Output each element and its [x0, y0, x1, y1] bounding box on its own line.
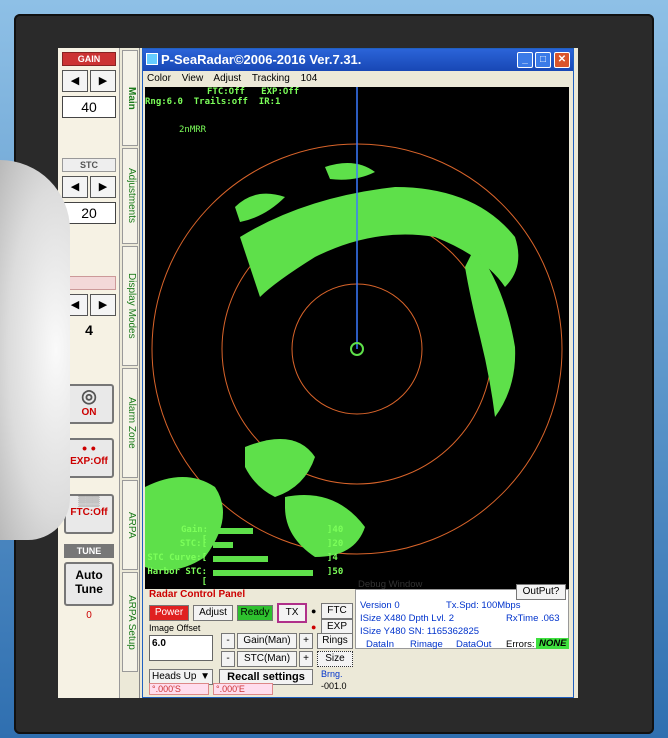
rings-button[interactable]: Rings — [317, 633, 353, 649]
stc-curve-section: ◀ ▶ 4 — [62, 276, 116, 342]
readout-stc-bar — [213, 542, 233, 548]
stc-increase-button[interactable]: ▶ — [90, 176, 116, 198]
gain-increase-button[interactable]: ▶ — [90, 70, 116, 92]
adjust-button[interactable]: Adjust — [193, 605, 233, 621]
debug-version: Version 0 — [360, 600, 400, 611]
debug-datain: DataIn — [366, 639, 394, 650]
radar-echoes — [145, 163, 519, 571]
gain-label: GAIN — [62, 52, 116, 66]
latitude-field[interactable]: °.000'S — [149, 683, 209, 695]
radar-control-panel: Radar Control Panel Power Adjust Ready T… — [145, 579, 570, 695]
auto-tune-value: 0 — [86, 610, 92, 621]
stc-curve-icon — [62, 276, 116, 290]
ftc-panel-button[interactable]: FTC — [321, 603, 353, 619]
on-button[interactable]: ◎ ON — [64, 384, 114, 424]
ftc-indicator-dot: ● — [311, 606, 317, 616]
minimize-button[interactable]: _ — [517, 52, 533, 68]
debug-errors-value: NONE — [536, 638, 570, 649]
tx-button[interactable]: TX — [277, 603, 307, 623]
stc-decrease-button[interactable]: ◀ — [62, 176, 88, 198]
debug-errors-label: Errors: — [506, 639, 535, 650]
debug-isizey: ISize Y480 SN: 1165362825 — [360, 626, 480, 637]
debug-isizex: ISize X480 Dpth Lvl. 2 — [360, 613, 454, 624]
gain-section: GAIN ◀ ▶ 40 — [62, 52, 116, 118]
readout-stc-curve-value: ]4 — [327, 553, 338, 563]
debug-window: Debug Window OutPut? Version 0 Tx.Spd: 1… — [355, 579, 570, 650]
ftc-button[interactable]: ▒▒▒ FTC:Off — [64, 494, 114, 534]
longitude-field[interactable]: °.000'E — [213, 683, 273, 695]
radar-display[interactable]: FTC:Off EXP:Off Rng:6.0 Trails:off IR:1 … — [145, 87, 569, 589]
window-title: P-SeaRadar©2006-2016 Ver.7.31. — [161, 52, 362, 67]
output-button[interactable]: OutPut? — [516, 584, 566, 600]
stc-man-minus-button[interactable]: - — [221, 651, 235, 667]
panel-title: Radar Control Panel — [149, 589, 246, 600]
radar-scope — [145, 87, 563, 571]
stc-value[interactable]: 20 — [62, 202, 116, 224]
image-offset-input[interactable]: 6.0 — [149, 635, 213, 661]
tune-label: TUNE — [64, 544, 114, 558]
readout-harbor-stc-bar — [213, 570, 313, 576]
menu-104[interactable]: 104 — [301, 73, 318, 84]
radar-rings-icon: ◎ — [81, 386, 97, 406]
ready-button[interactable]: Ready — [237, 605, 273, 621]
exp-button[interactable]: • • EXP:Off — [64, 438, 114, 478]
stc-section: STC ◀ ▶ 20 — [62, 158, 116, 224]
tab-display-modes[interactable]: Display Modes — [122, 246, 138, 366]
radar-dome-photo — [0, 160, 70, 540]
power-button[interactable]: Power — [149, 605, 189, 621]
red-dots-icon: • • — [82, 440, 96, 456]
debug-dataout: DataOut — [456, 639, 492, 650]
gain-man-plus-button[interactable]: + — [299, 633, 313, 649]
app-icon — [146, 53, 158, 65]
readout-stc-label: STC:[ — [179, 539, 207, 549]
debug-rimage: Rimage — [410, 639, 443, 650]
gain-man-minus-button[interactable]: - — [221, 633, 235, 649]
readout-gain-value: ]40 — [327, 525, 344, 535]
stc-label: STC — [62, 158, 116, 172]
size-button[interactable]: Size — [317, 651, 353, 667]
gain-decrease-button[interactable]: ◀ — [62, 70, 88, 92]
debug-title: Debug Window — [358, 579, 423, 590]
stc-man-button[interactable]: STC(Man) — [237, 651, 297, 667]
status-line-1: FTC:Off EXP:Off — [207, 87, 300, 97]
ftc-pattern-icon: ▒▒▒ — [78, 496, 100, 507]
stc-curve-value: 4 — [85, 322, 93, 338]
readout-gain-bar — [213, 528, 253, 534]
gain-man-button[interactable]: Gain(Man) — [237, 633, 297, 649]
menu-adjust[interactable]: Adjust — [213, 73, 241, 84]
menu-view[interactable]: View — [182, 73, 204, 84]
close-button[interactable]: ✕ — [554, 52, 570, 68]
auto-tune-button[interactable]: Auto Tune — [64, 562, 114, 606]
stc-curve-increase-button[interactable]: ▶ — [90, 294, 116, 316]
image-offset-label: Image Offset — [149, 623, 201, 633]
tab-arpa[interactable]: ARPA — [122, 480, 138, 570]
gain-value[interactable]: 40 — [62, 96, 116, 118]
readout-stc-value: ]20 — [327, 539, 344, 549]
status-line-2: Rng:6.0 Trails:off IR:1 — [145, 97, 281, 107]
title-bar: P-SeaRadar©2006-2016 Ver.7.31. _ □ ✕ — [143, 49, 573, 71]
tab-adjustments[interactable]: Adjustments — [122, 148, 138, 244]
tab-main[interactable]: Main — [122, 50, 138, 146]
menu-tracking[interactable]: Tracking — [252, 73, 290, 84]
readout-stc-curve-label: STC Curve:[ — [147, 553, 207, 563]
range-ring-label: 2nMRR — [179, 125, 207, 135]
readout-harbor-stc-label: Harbor STC:[ — [147, 567, 207, 587]
vertical-tabs: Main Adjustments Display Modes Alarm Zon… — [120, 48, 140, 698]
bearing-label: Brng. — [321, 669, 343, 679]
tab-arpa-setup[interactable]: ARPA Setup — [122, 572, 138, 672]
tab-alarm-zone[interactable]: Alarm Zone — [122, 368, 138, 478]
radar-window: P-SeaRadar©2006-2016 Ver.7.31. _ □ ✕ Col… — [142, 48, 574, 698]
menu-color[interactable]: Color — [147, 73, 171, 84]
menu-bar: Color View Adjust Tracking 104 — [143, 71, 573, 87]
debug-rxtime: RxTime .063 — [506, 613, 560, 624]
screen: GAIN ◀ ▶ 40 STC ◀ ▶ 20 ◀ ▶ 4 ◎ ON • • EX… — [58, 48, 578, 698]
stc-man-plus-button[interactable]: + — [299, 651, 313, 667]
exp-indicator-dot: ● — [311, 622, 317, 632]
chevron-down-icon: ▼ — [200, 671, 210, 682]
bearing-value: -001.0 — [321, 681, 347, 691]
maximize-button[interactable]: □ — [535, 52, 551, 68]
debug-txspd: Tx.Spd: 100Mbps — [446, 600, 521, 611]
readout-stc-curve-bar — [213, 556, 268, 562]
readout-harbor-stc-value: ]50 — [327, 567, 344, 577]
